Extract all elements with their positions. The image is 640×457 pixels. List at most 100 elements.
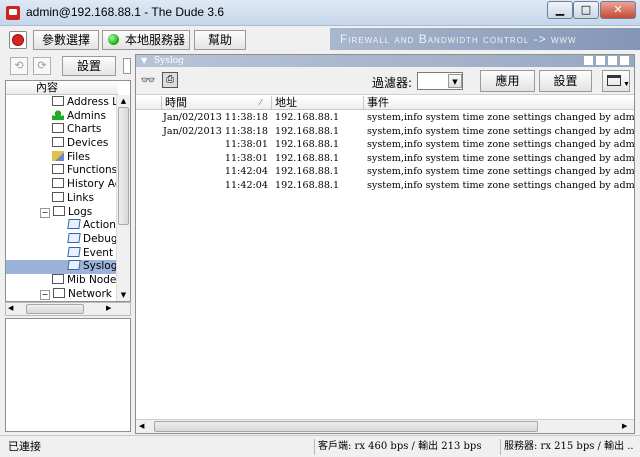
disconnect-button[interactable] bbox=[9, 31, 27, 49]
find-icon[interactable]: 👓 bbox=[140, 72, 156, 88]
column-header-blank bbox=[136, 96, 162, 110]
chart-icon bbox=[52, 123, 64, 134]
filter-toolbar: 👓 ⎙ 過濾器: ▼ 應用 設置 ▼ bbox=[136, 67, 634, 95]
print-icon[interactable]: ⎙ bbox=[162, 72, 178, 88]
status-bar: 已連接 客戶端: rx 460 bps / 輸出 213 bps 服務器: rx… bbox=[0, 435, 640, 457]
minimize-button[interactable]: ▁ bbox=[547, 1, 573, 19]
help-button[interactable]: 幫助 bbox=[194, 30, 246, 50]
cell-time: 11:42:04 bbox=[224, 179, 268, 191]
tree-item-logs[interactable]: − Logs bbox=[6, 205, 116, 220]
panel-settings-button[interactable]: 設置 bbox=[539, 70, 592, 92]
table-row[interactable]: 11:38:01 192.168.88.1 system,info system… bbox=[136, 138, 634, 152]
column-header-time[interactable]: 時間 ⁄ bbox=[162, 96, 272, 110]
tree-scroll-thumb[interactable] bbox=[118, 107, 129, 225]
scroll-left-icon[interactable]: ◀ bbox=[139, 422, 144, 430]
chevron-down-icon: ▼ bbox=[623, 81, 630, 88]
folder-icon bbox=[52, 96, 64, 106]
table-row[interactable]: Jan/02/2013 11:38:18 192.168.88.1 system… bbox=[136, 125, 634, 139]
cell-time: Jan/02/2013 11:38:18 bbox=[163, 125, 268, 137]
table-row[interactable]: 11:42:04 192.168.88.1 system,info system… bbox=[136, 165, 634, 179]
collapse-arrow-icon[interactable]: ▼ bbox=[141, 55, 147, 67]
window-layout-icon[interactable] bbox=[584, 56, 630, 65]
tree-item-history-actions[interactable]: History Actions bbox=[6, 178, 116, 192]
tree-item-functions[interactable]: Functions bbox=[6, 164, 116, 178]
scroll-right-icon[interactable]: ▶ bbox=[622, 422, 627, 430]
tree-hscroll-thumb[interactable] bbox=[26, 304, 84, 314]
cell-event: system,info system time zone settings ch… bbox=[367, 139, 634, 151]
close-button[interactable]: ✕ bbox=[600, 1, 636, 19]
preferences-button[interactable]: 參數選擇 bbox=[33, 30, 99, 50]
map-icon bbox=[53, 287, 65, 298]
tree-item-charts[interactable]: Charts bbox=[6, 123, 116, 137]
devices-icon bbox=[52, 137, 64, 148]
scroll-left-icon[interactable]: ◀ bbox=[8, 304, 13, 312]
links-icon bbox=[52, 191, 64, 202]
tree-item-admins[interactable]: Admins bbox=[6, 109, 116, 124]
syslog-panel: ▼ Syslog 👓 ⎙ 過濾器: ▼ 應用 設置 ▼ 時間 ⁄ 地址 事件 Ja… bbox=[135, 54, 635, 434]
tree-item-files[interactable]: Files bbox=[6, 150, 116, 165]
table-row[interactable]: 11:38:01 192.168.88.1 system,info system… bbox=[136, 152, 634, 166]
forward-button[interactable]: ⟳ bbox=[33, 57, 51, 75]
chevron-down-icon[interactable]: ▼ bbox=[448, 74, 462, 88]
left-settings-button[interactable]: 設置 bbox=[62, 56, 116, 76]
apply-button[interactable]: 應用 bbox=[480, 70, 535, 92]
cell-time: 11:38:01 bbox=[224, 152, 268, 164]
tree-vertical-scrollbar[interactable]: ▲ ▼ bbox=[116, 95, 130, 301]
cell-address: 192.168.88.1 bbox=[275, 179, 340, 191]
collapse-icon[interactable]: − bbox=[40, 207, 50, 218]
cell-event: system,info system time zone settings ch… bbox=[367, 179, 634, 191]
mib-icon bbox=[52, 273, 64, 284]
cell-event: system,info system time zone settings ch… bbox=[367, 166, 634, 178]
connection-status: 已連接 bbox=[8, 440, 41, 453]
table-row[interactable]: Jan/02/2013 11:38:18 192.168.88.1 system… bbox=[136, 111, 634, 125]
column-header-event[interactable]: 事件 bbox=[364, 96, 634, 110]
cell-time: 11:38:01 bbox=[224, 139, 268, 151]
grid-hscroll-thumb[interactable] bbox=[154, 421, 538, 432]
back-icon: ⟲ bbox=[14, 59, 24, 72]
app-icon bbox=[6, 6, 20, 20]
functions-icon bbox=[52, 164, 64, 175]
syslog-tab-title: ▼ Syslog bbox=[136, 55, 634, 67]
local-server-label: 本地服務器 bbox=[124, 33, 185, 47]
back-button[interactable]: ⟲ bbox=[10, 57, 28, 75]
cell-address: 192.168.88.1 bbox=[275, 166, 340, 178]
syslog-grid: Jan/02/2013 11:38:18 192.168.88.1 system… bbox=[136, 111, 634, 193]
tree-item-mib-nodes[interactable]: Mib Nodes bbox=[6, 273, 116, 288]
server-traffic: 服務器: rx 215 bps / 輸出 ... bbox=[500, 439, 634, 455]
scroll-up-icon[interactable]: ▲ bbox=[118, 97, 129, 105]
panel-toggle[interactable] bbox=[123, 58, 131, 74]
client-traffic: 客戶端: rx 460 bps / 輸出 213 bps bbox=[314, 439, 498, 455]
column-header-address[interactable]: 地址 bbox=[272, 96, 364, 110]
cell-time: Jan/02/2013 11:38:18 bbox=[163, 112, 268, 123]
collapse-icon[interactable]: − bbox=[40, 289, 50, 300]
tree-item-network-maps[interactable]: −Network Maps bbox=[6, 287, 116, 301]
tree-item-devices[interactable]: Devices bbox=[6, 137, 116, 151]
tree-header: 內容 bbox=[6, 81, 118, 95]
columns-button[interactable]: ▼ bbox=[602, 70, 630, 92]
cell-address: 192.168.88.1 bbox=[275, 139, 340, 151]
filter-select[interactable]: ▼ bbox=[417, 72, 463, 90]
files-icon bbox=[52, 150, 64, 161]
scroll-down-icon[interactable]: ▼ bbox=[118, 291, 129, 299]
table-row[interactable]: 11:42:04 192.168.88.1 system,info system… bbox=[136, 179, 634, 193]
grid-horizontal-scrollbar[interactable]: ◀ ▶ bbox=[136, 419, 634, 433]
tree-item-debug[interactable]: Debug bbox=[6, 232, 116, 247]
content-tree[interactable]: 內容 Address Lists Admins Charts Devices F… bbox=[5, 80, 131, 302]
tree-horizontal-scrollbar[interactable]: ◀ ▶ bbox=[5, 302, 131, 316]
server-status-icon bbox=[108, 34, 119, 45]
scroll-right-icon[interactable]: ▶ bbox=[106, 304, 111, 312]
tree-item-event[interactable]: Event bbox=[6, 246, 116, 261]
tree-item-address-lists[interactable]: Address Lists bbox=[6, 96, 116, 110]
local-server-button[interactable]: 本地服務器 bbox=[102, 30, 190, 50]
maximize-button[interactable]: □ bbox=[573, 1, 599, 19]
tree-item-links[interactable]: Links bbox=[6, 191, 116, 206]
title-bar: admin@192.168.88.1 - The Dude 3.6 ▁ □ ✕ bbox=[0, 0, 640, 26]
tree-item-action[interactable]: Action bbox=[6, 219, 116, 233]
banner: Firewall and Bandwidth control -> www bbox=[330, 28, 640, 50]
columns-icon bbox=[607, 75, 621, 86]
cell-time: 11:42:04 bbox=[224, 166, 268, 178]
admin-icon bbox=[52, 109, 64, 120]
disconnect-icon bbox=[12, 34, 24, 46]
cell-address: 192.168.88.1 bbox=[275, 112, 340, 123]
tree-item-syslog[interactable]: Syslog bbox=[6, 260, 116, 274]
